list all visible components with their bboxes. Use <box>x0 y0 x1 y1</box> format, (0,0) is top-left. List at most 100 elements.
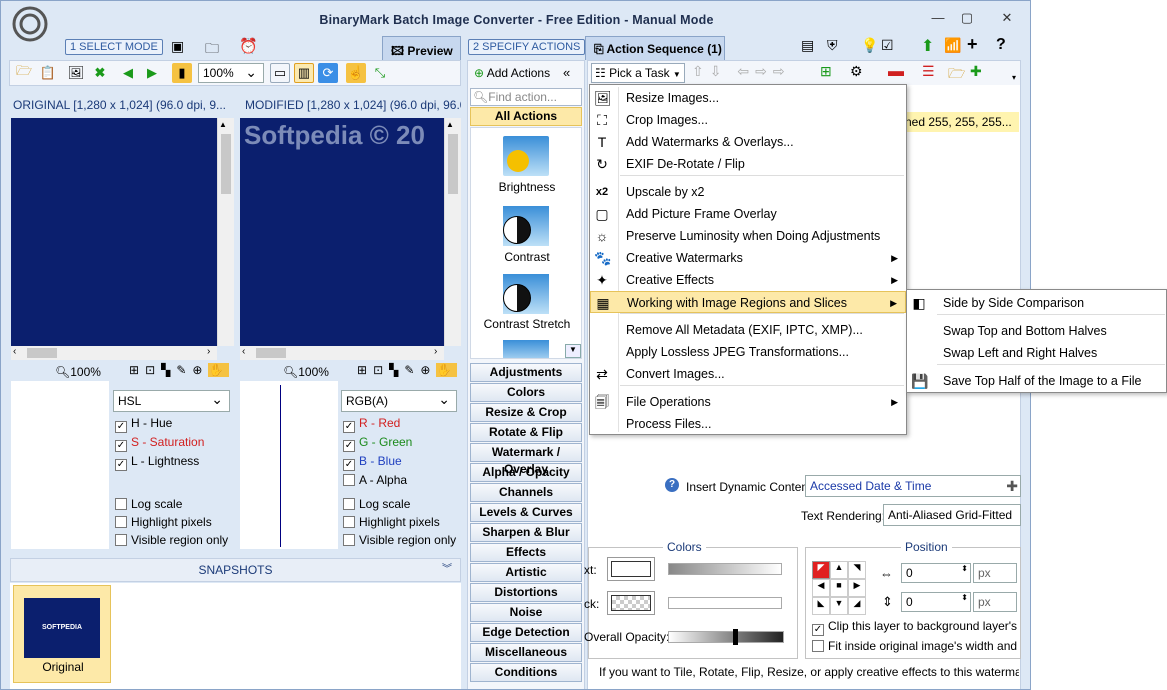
open-folder-icon[interactable]: 🗁 <box>14 63 34 83</box>
anchor-top-left[interactable]: ◤ <box>812 561 830 579</box>
sync-icon[interactable]: ⟳ <box>318 63 338 83</box>
option-row[interactable]: Highlight pixels <box>115 515 233 533</box>
info-icon[interactable]: ? <box>665 478 679 492</box>
console-icon[interactable]: ▤ <box>801 37 814 54</box>
help-icon[interactable]: ? <box>996 36 1006 54</box>
alarm-icon[interactable]: ⏰ <box>239 37 258 55</box>
category-button[interactable]: Levels & Curves <box>470 503 582 522</box>
fit-checkbox[interactable]: Fit inside original image's width and he… <box>812 639 1021 653</box>
anchor-grid[interactable]: ◤ ▲ ◥ ◀ ■ ▶ ◣ ▼ ◢ <box>812 561 866 615</box>
original-hscroll[interactable]: ‹ › <box>11 346 217 360</box>
spin-icon[interactable]: ⬍ <box>961 593 968 602</box>
option-row[interactable]: Log scale <box>343 497 461 515</box>
back-icon[interactable]: ◀ <box>118 63 138 83</box>
contrast-stretch-thumb-icon[interactable] <box>503 274 549 314</box>
text-color-swatch[interactable] <box>607 557 655 581</box>
actual-size-icon[interactable]: ⊡ <box>145 363 161 377</box>
category-button[interactable]: Sharpen & Blur <box>470 523 582 542</box>
step-specify-actions[interactable]: 2 SPECIFY ACTIONS <box>468 39 586 55</box>
modified-image-view[interactable]: Softpedia © 20 <box>240 118 444 346</box>
step-select-mode[interactable]: 1 SELECT MODE <box>65 39 163 55</box>
zoom-tool-icon[interactable]: ⊕ <box>192 363 208 377</box>
anchor-bottom-right[interactable]: ◢ <box>848 597 866 615</box>
zoom-select[interactable]: 100% <box>198 63 264 83</box>
lightbulb-icon[interactable]: 💡 <box>861 37 878 54</box>
shield-icon[interactable]: ⛨ <box>827 37 838 54</box>
hand-icon[interactable]: ✋ <box>208 363 230 377</box>
close-button[interactable]: ✕ <box>998 11 1016 25</box>
anchor-top-right[interactable]: ◥ <box>848 561 866 579</box>
insert-dynamic-field[interactable]: Accessed Date & Time ✚ <box>805 475 1021 497</box>
histogram-icon[interactable]: ▮ <box>172 63 192 83</box>
next-thumb-icon[interactable] <box>503 340 549 358</box>
channel-row[interactable]: ✓ B - Blue <box>343 454 461 473</box>
option-checkbox[interactable] <box>115 498 127 510</box>
overflow-icon[interactable]: ▾ <box>1012 73 1016 82</box>
pick-task-button[interactable]: ☷ Pick a Task ▼ <box>591 63 685 83</box>
category-button[interactable]: Channels <box>470 483 582 502</box>
original-image-view[interactable] <box>11 118 217 346</box>
scroll-right-icon[interactable]: › <box>434 346 437 357</box>
split-view-icon[interactable]: ▥ <box>294 63 314 83</box>
menu-item[interactable]: ⇄ Convert Images... <box>590 363 906 385</box>
category-button[interactable]: Distortions <box>470 583 582 602</box>
channel-row[interactable]: ✓ S - Saturation <box>115 435 233 454</box>
actual-size-icon[interactable]: ⊡ <box>373 363 389 377</box>
anchor-top[interactable]: ▲ <box>830 561 848 579</box>
scroll-up-icon[interactable]: ▲ <box>219 120 227 129</box>
menu-item[interactable]: T Add Watermarks & Overlays... <box>590 131 906 153</box>
hand-pointer-icon[interactable]: ☝ <box>346 63 366 83</box>
submenu-item[interactable]: Swap Top and Bottom Halves <box>907 320 1166 342</box>
checker-icon[interactable]: ▚ <box>389 363 404 377</box>
checker-icon[interactable]: ▚ <box>161 363 176 377</box>
scroll-thumb[interactable] <box>448 134 458 194</box>
category-button[interactable]: Resize & Crop <box>470 403 582 422</box>
single-view-icon[interactable]: ▭ <box>270 63 290 83</box>
category-button[interactable]: Conditions <box>470 663 582 682</box>
anchor-center[interactable]: ■ <box>830 579 848 597</box>
back-color-swatch[interactable] <box>607 591 655 615</box>
checklist-icon[interactable]: ☑ <box>881 37 894 54</box>
submenu-item[interactable]: Swap Left and Right Halves <box>907 342 1166 364</box>
back-opacity-slider[interactable] <box>668 597 782 609</box>
move-left-icon[interactable]: ⇦ <box>737 63 755 79</box>
channel-checkbox[interactable]: ✓ <box>115 440 127 452</box>
category-button[interactable]: Miscellaneous <box>470 643 582 662</box>
category-button[interactable]: Noise <box>470 603 582 622</box>
find-action-input[interactable]: 🔍︎Find action... <box>470 88 582 106</box>
category-button[interactable]: Watermark / Overlay <box>470 443 582 476</box>
menu-item[interactable]: x2 Upscale by x2 <box>590 181 906 203</box>
sequence-step-highlight[interactable]: ned 255, 255, 255... <box>901 112 1019 132</box>
menu-item[interactable]: ▦ Working with Image Regions and Slices ▶ <box>590 291 906 313</box>
add-step-icon[interactable]: ⊞ <box>820 63 832 80</box>
menu-item[interactable]: Remove All Metadata (EXIF, IPTC, XMP)... <box>590 319 906 341</box>
modified-colorspace-select[interactable]: RGB(A) <box>341 390 457 412</box>
move-down-icon[interactable]: ⇩ <box>710 63 728 79</box>
hand-icon[interactable]: ✋ <box>436 363 458 377</box>
anchor-left[interactable]: ◀ <box>812 579 830 597</box>
scroll-up-icon[interactable]: ▲ <box>446 120 454 129</box>
contrast-thumb-icon[interactable] <box>503 206 549 246</box>
position-y-input[interactable]: 0 ⬍ <box>901 592 971 612</box>
fit-view-icon[interactable]: ⊞ <box>357 363 373 377</box>
option-row[interactable]: Visible region only <box>343 533 461 551</box>
modified-view-tools[interactable]: ⊞⊡▚✎⊕✋ <box>357 363 458 377</box>
channel-row[interactable]: ✓ L - Lightness <box>115 454 233 473</box>
clipboard-icon[interactable]: 📋 <box>38 63 58 83</box>
scroll-left-icon[interactable]: ‹ <box>242 346 245 357</box>
menu-item[interactable]: ▢ Add Picture Frame Overlay <box>590 203 906 225</box>
wifi-icon[interactable]: 📶 <box>944 37 961 54</box>
text-opacity-slider[interactable] <box>668 563 782 575</box>
category-button[interactable]: Adjustments <box>470 363 582 382</box>
channel-checkbox[interactable]: ✓ <box>343 421 355 433</box>
menu-item[interactable]: Process Files... <box>590 413 906 435</box>
eyedropper-icon[interactable]: ✎ <box>404 363 420 377</box>
select-mode-icon[interactable]: ▣ <box>171 38 184 55</box>
add-sequence-icon[interactable]: ✚ <box>970 63 982 80</box>
close-x-icon[interactable]: ✖ <box>90 63 110 83</box>
forward-icon[interactable]: ▶ <box>142 63 162 83</box>
move-right-icon[interactable]: ⇨ <box>755 63 773 79</box>
category-button[interactable]: Colors <box>470 383 582 402</box>
add-icon[interactable]: + <box>967 34 978 55</box>
snapshot-original[interactable]: SOFTPEDIA Original <box>13 585 111 683</box>
